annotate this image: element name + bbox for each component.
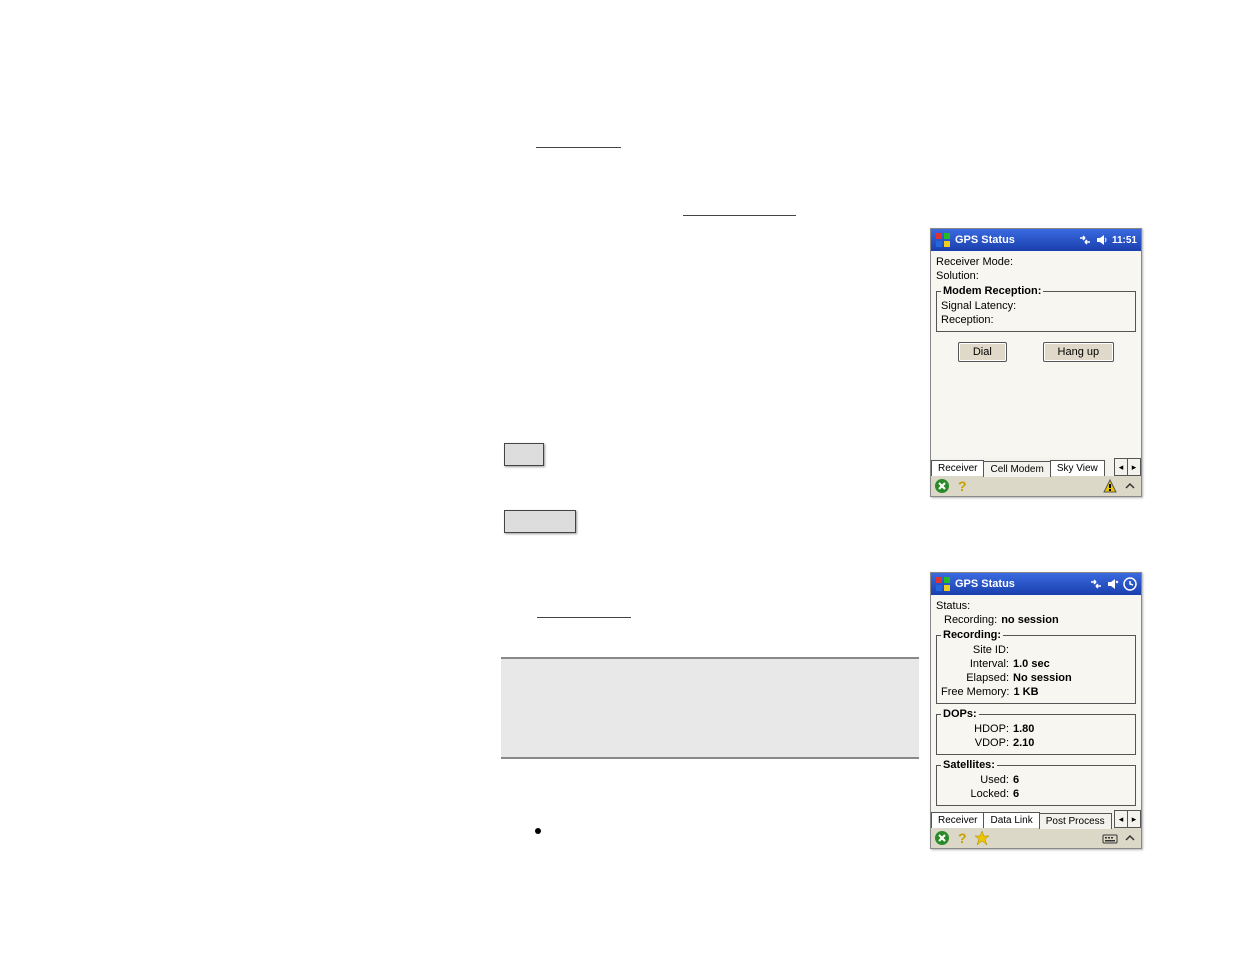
pda-window-cellmodem: GPS Status 11:51 Receiver Mode: Solution… (930, 228, 1142, 497)
help-icon[interactable]: ? (954, 830, 970, 846)
tab-strip: Receiver Cell Modem Sky View ◂ ▸ (931, 458, 1141, 476)
sip-up-icon[interactable] (1122, 830, 1138, 846)
locked-value: 6 (1013, 788, 1019, 800)
recording-status-label: Recording: (944, 614, 997, 626)
tab-sky-view[interactable]: Sky View (1050, 460, 1105, 476)
close-icon[interactable] (934, 830, 950, 846)
tab-strip: Receiver Data Link Post Process ◂ ▸ (931, 810, 1141, 828)
start-icon[interactable] (935, 576, 951, 592)
window-title: GPS Status (955, 234, 1015, 246)
reception-label: Reception: (941, 314, 994, 326)
status-label: Status: (936, 600, 970, 612)
modem-reception-legend: Modem Reception: (941, 285, 1043, 297)
connection-icon[interactable] (1078, 233, 1092, 247)
connection-icon[interactable] (1089, 577, 1103, 591)
warning-icon[interactable] (1102, 478, 1118, 494)
svg-text:?: ? (958, 830, 967, 846)
vdop-label: VDOP: (941, 737, 1009, 749)
signal-latency-label: Signal Latency: (941, 300, 1016, 312)
clock-icon[interactable] (1123, 577, 1137, 591)
solution-label: Solution: (936, 270, 979, 282)
freememory-label: Free Memory: (941, 686, 1009, 698)
volume-icon[interactable] (1095, 233, 1109, 247)
keyboard-icon[interactable] (1102, 830, 1118, 846)
satellites-legend: Satellites: (941, 759, 997, 771)
tab-scroll-right[interactable]: ▸ (1127, 810, 1141, 828)
help-icon[interactable]: ? (954, 478, 970, 494)
site-id-label: Site ID: (941, 644, 1009, 656)
dops-group: DOPs: HDOP: 1.80 VDOP: 2.10 (936, 708, 1136, 755)
dops-legend: DOPs: (941, 708, 979, 720)
receiver-mode-label: Receiver Mode: (936, 256, 1013, 268)
titlebar: GPS Status 11:51 (931, 229, 1141, 251)
clock-text[interactable]: 11:51 (1112, 235, 1137, 246)
bottom-bar: ? (931, 476, 1141, 496)
locked-label: Locked: (941, 788, 1009, 800)
svg-text:?: ? (958, 478, 967, 494)
float-button-1[interactable] (504, 443, 544, 466)
interval-value: 1.0 sec (1013, 658, 1050, 670)
dial-button[interactable]: Dial (958, 342, 1007, 362)
start-icon[interactable] (935, 232, 951, 248)
hdop-label: HDOP: (941, 723, 1009, 735)
recording-legend: Recording: (941, 629, 1003, 641)
used-value: 6 (1013, 774, 1019, 786)
hdop-value: 1.80 (1013, 723, 1034, 735)
volume-icon[interactable] (1106, 577, 1120, 591)
recording-status-value: no session (1001, 614, 1058, 626)
modem-reception-group: Modem Reception: Signal Latency: Recepti… (936, 285, 1136, 332)
pda-window-postprocess: GPS Status Status: Recording:no session … (930, 572, 1142, 849)
tab-scroll-left[interactable]: ◂ (1114, 810, 1128, 828)
close-icon[interactable] (934, 478, 950, 494)
tab-scroll-right[interactable]: ▸ (1127, 458, 1141, 476)
window-title: GPS Status (955, 578, 1015, 590)
info-panel (501, 657, 919, 759)
tab-data-link[interactable]: Data Link (983, 812, 1039, 828)
tab-post-process[interactable]: Post Process (1039, 813, 1112, 829)
used-label: Used: (941, 774, 1009, 786)
bullet-icon (535, 828, 541, 834)
tab-receiver[interactable]: Receiver (931, 812, 984, 828)
satellites-group: Satellites: Used: 6 Locked: 6 (936, 759, 1136, 806)
titlebar: GPS Status (931, 573, 1141, 595)
interval-label: Interval: (941, 658, 1009, 670)
tab-scroll-left[interactable]: ◂ (1114, 458, 1128, 476)
freememory-value: 1 KB (1013, 686, 1038, 698)
vdop-value: 2.10 (1013, 737, 1034, 749)
recording-group: Recording: Site ID: Interval: 1.0 sec Ela… (936, 629, 1136, 704)
hangup-button[interactable]: Hang up (1043, 342, 1115, 362)
star-icon[interactable] (974, 830, 990, 846)
float-button-2[interactable] (504, 510, 576, 533)
sip-up-icon[interactable] (1122, 478, 1138, 494)
elapsed-value: No session (1013, 672, 1072, 684)
bottom-bar: ? (931, 828, 1141, 848)
tab-cell-modem[interactable]: Cell Modem (983, 461, 1050, 477)
elapsed-label: Elapsed: (941, 672, 1009, 684)
tab-receiver[interactable]: Receiver (931, 460, 984, 476)
